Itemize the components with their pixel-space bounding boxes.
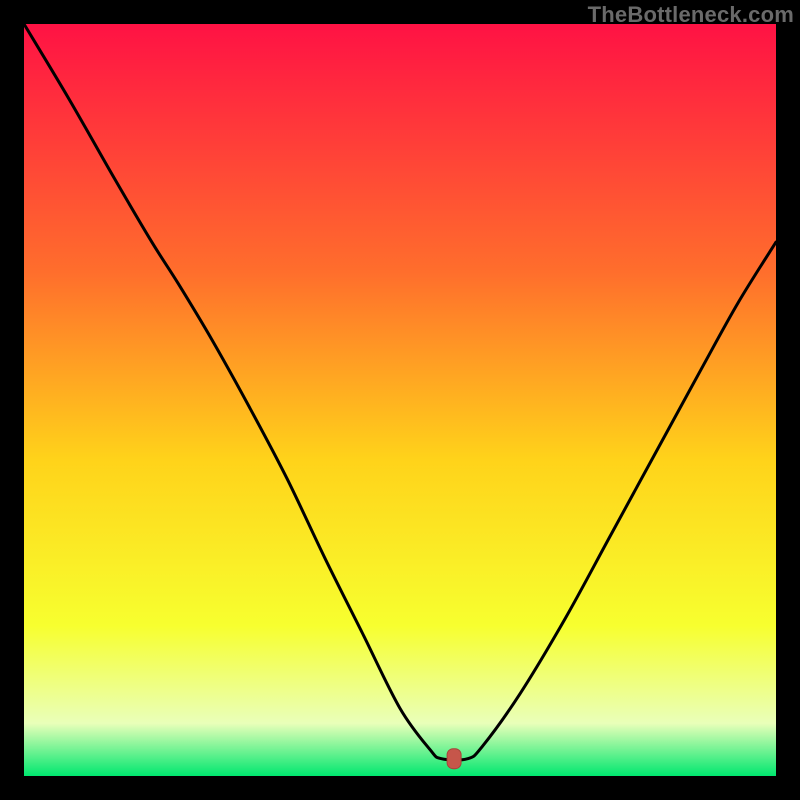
gradient-background	[24, 24, 776, 776]
watermark-text: TheBottleneck.com	[588, 2, 794, 28]
chart-frame: TheBottleneck.com	[0, 0, 800, 800]
optimal-marker	[447, 749, 461, 769]
chart-plot	[24, 24, 776, 776]
chart-canvas	[24, 24, 776, 776]
